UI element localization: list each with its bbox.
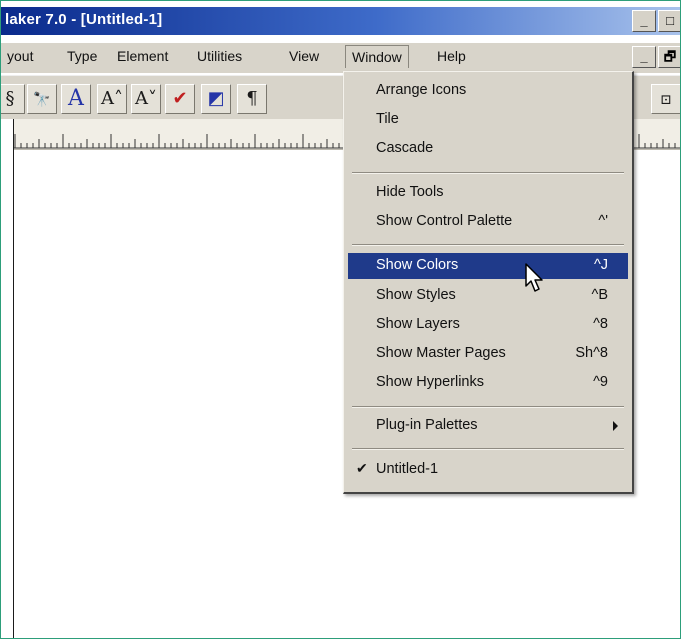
menu-separator (352, 244, 624, 246)
app-window: laker 7.0 - [Untitled-1] _ □ yout Type E… (0, 0, 681, 639)
section-button[interactable]: § (1, 84, 25, 114)
menu-item-show-hyperlinks[interactable]: Show Hyperlinks ^9 (348, 370, 628, 396)
maximize-button[interactable]: □ (658, 10, 680, 32)
binoculars-icon: 🔭 (33, 92, 51, 108)
menu-element[interactable]: Element (113, 48, 172, 64)
menu-window[interactable]: Window (345, 45, 409, 68)
menu-item-show-colors[interactable]: Show Colors ^J (348, 253, 628, 279)
menu-separator (352, 406, 624, 408)
frame-button[interactable]: ◩ (201, 84, 231, 114)
menu-utilities[interactable]: Utilities (193, 48, 246, 64)
menu-item-hide-tools[interactable]: Hide Tools (348, 180, 628, 206)
window-title: laker 7.0 - [Untitled-1] (5, 11, 163, 28)
menu-item-arrange-icons[interactable]: Arrange Icons (348, 78, 628, 104)
font-size-down-button[interactable]: A˅ (131, 84, 161, 114)
screen-icon: ⊡ (660, 92, 672, 108)
document-minimize-button[interactable]: _ (632, 46, 656, 68)
menu-item-show-control-palette[interactable]: Show Control Palette ^' (348, 209, 628, 235)
title-bar[interactable]: laker 7.0 - [Untitled-1] _ □ (1, 7, 680, 35)
frame-icon: ◩ (207, 88, 225, 109)
menu-view[interactable]: View (285, 48, 323, 64)
vertical-ruler (1, 119, 14, 638)
view-button[interactable]: ⊡ (651, 84, 680, 114)
menu-type[interactable]: Type (63, 48, 101, 64)
menu-item-tile[interactable]: Tile (348, 107, 628, 133)
paragraph-button[interactable]: ¶ (237, 84, 267, 114)
submenu-arrow-icon (613, 421, 618, 431)
menu-item-cascade[interactable]: Cascade (348, 136, 628, 162)
menu-item-show-layers[interactable]: Show Layers ^8 (348, 312, 628, 338)
minimize-button[interactable]: _ (632, 10, 656, 32)
menu-item-untitled-1[interactable]: ✔ Untitled-1 (348, 457, 628, 483)
menu-item-plug-in-palettes[interactable]: Plug-in Palettes (348, 413, 628, 439)
find-button[interactable]: 🔭 (27, 84, 57, 114)
spellcheck-button[interactable]: ✔ (165, 84, 195, 114)
spellcheck-icon: ✔ (172, 88, 188, 109)
menu-item-show-styles[interactable]: Show Styles ^B (348, 283, 628, 309)
menu-help[interactable]: Help (433, 48, 470, 64)
menu-bar: yout Type Element Utilities View Window … (1, 43, 680, 73)
checkmark-icon: ✔ (356, 460, 368, 476)
font-size-up-button[interactable]: A˄ (97, 84, 127, 114)
window-menu-dropdown: Arrange Icons Tile Cascade Hide Tools Sh… (343, 71, 634, 494)
mouse-pointer-icon (525, 263, 543, 292)
menu-layout[interactable]: yout (3, 48, 37, 64)
font-button[interactable]: A (61, 84, 91, 114)
menu-item-show-master-pages[interactable]: Show Master Pages Sh^8 (348, 341, 628, 367)
menu-separator (352, 448, 624, 450)
document-restore-button[interactable]: 🗗 (658, 46, 680, 68)
menu-separator (352, 172, 624, 174)
